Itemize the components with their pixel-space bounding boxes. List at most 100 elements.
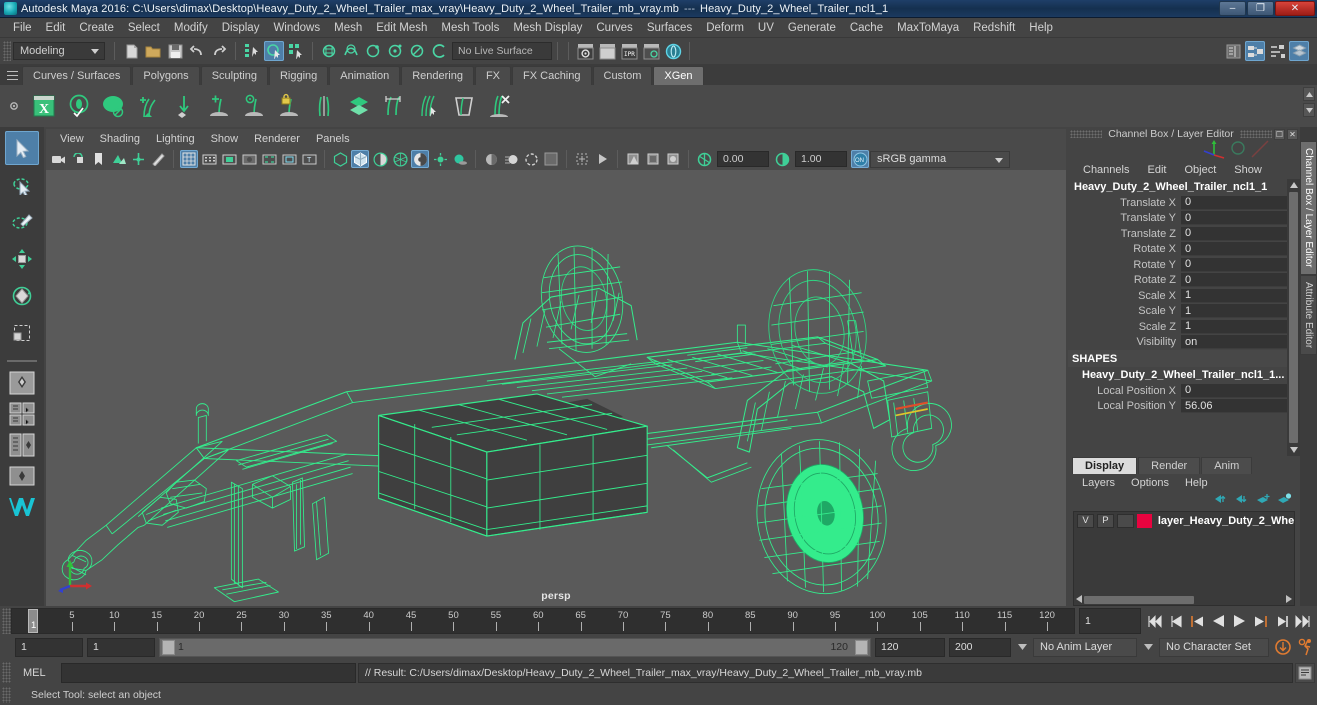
channel-value-field[interactable]: 0 — [1181, 383, 1287, 398]
scale-tool[interactable] — [5, 316, 39, 350]
time-slider-grip[interactable] — [2, 608, 11, 634]
auto-key-icon[interactable] — [1273, 637, 1292, 657]
help-line-grip[interactable] — [2, 687, 11, 703]
menu-modify[interactable]: Modify — [167, 20, 215, 36]
menu-display[interactable]: Display — [215, 20, 267, 36]
play-forwards-icon[interactable] — [1230, 611, 1249, 631]
viewport-menu-lighting[interactable]: Lighting — [148, 133, 203, 145]
xgen-part-icon[interactable] — [307, 88, 340, 124]
chevron-down-icon[interactable] — [1015, 644, 1029, 650]
xgen-preview-icon[interactable] — [62, 88, 95, 124]
script-editor-icon[interactable] — [1295, 662, 1315, 683]
shelf-tab-xgen[interactable]: XGen — [653, 66, 704, 85]
time-slider[interactable]: 1 5 10 15 20 25 30 35 40 45 50 55 60 65 70 75 80 85 90 95 1… — [11, 608, 1075, 634]
playback-start-field[interactable]: 1 — [87, 637, 155, 657]
bookmark-icon[interactable] — [89, 150, 107, 168]
render-current-frame-icon[interactable] — [575, 41, 595, 61]
menu-mesh[interactable]: Mesh — [327, 20, 369, 36]
channel-value-field[interactable]: 0 — [1181, 211, 1287, 226]
node-editor-icon[interactable] — [1245, 41, 1265, 61]
close-button[interactable]: ✕ — [1275, 1, 1315, 16]
xray-icon[interactable] — [542, 150, 560, 168]
vertical-tab-channel-box-layer-editor[interactable]: Channel Box / Layer Editor — [1300, 141, 1317, 275]
scroll-up-icon[interactable] — [1287, 179, 1300, 191]
vertical-tab-attribute-editor[interactable]: Attribute Editor — [1300, 274, 1317, 355]
move-layer-up-icon[interactable] — [1214, 493, 1229, 508]
paint-tool-icon[interactable] — [149, 150, 167, 168]
layer-visibility-toggle[interactable]: V — [1077, 513, 1094, 528]
step-forward-keyframe-icon[interactable] — [1272, 611, 1291, 631]
render-view-icon[interactable] — [663, 41, 683, 61]
rotate-tool[interactable] — [5, 279, 39, 313]
attribute-editor-icon[interactable] — [1267, 41, 1287, 61]
gamma-icon[interactable] — [773, 150, 791, 168]
lock-camera-icon[interactable] — [69, 150, 87, 168]
channel-box-menu-object[interactable]: Object — [1175, 164, 1225, 176]
tool-settings-icon[interactable] — [1289, 41, 1309, 61]
make-live-icon[interactable] — [429, 41, 449, 61]
exposure-field[interactable]: 0.00 — [717, 151, 769, 167]
display-layer-row[interactable]: V Player_Heavy_Duty_2_Whe — [1074, 512, 1294, 529]
safe-title-icon[interactable]: T — [300, 150, 318, 168]
texture-panel-icon[interactable] — [644, 150, 662, 168]
xgen-editor-icon[interactable]: X — [27, 88, 60, 124]
new-layer-icon[interactable] — [1256, 493, 1271, 508]
snap-to-curve-icon[interactable] — [341, 41, 361, 61]
select-camera-icon[interactable] — [49, 150, 67, 168]
animation-end-field[interactable]: 120 — [875, 637, 945, 657]
xray-active-components-icon[interactable] — [593, 150, 611, 168]
range-bar[interactable]: 1 120 — [159, 637, 871, 657]
grid-icon[interactable] — [180, 150, 198, 168]
xgen-lock-icon[interactable] — [272, 88, 305, 124]
layer-type-toggle[interactable] — [1116, 513, 1134, 528]
snap-to-projected-center-icon[interactable] — [385, 41, 405, 61]
menu-redshift[interactable]: Redshift — [966, 20, 1022, 36]
menu-maxtomaya[interactable]: MaxToMaya — [890, 20, 966, 36]
menu-windows[interactable]: Windows — [266, 20, 327, 36]
go-to-end-icon[interactable] — [1293, 611, 1312, 631]
animation-preferences-icon[interactable] — [1296, 637, 1315, 657]
character-set-selector[interactable]: No Character Set — [1159, 637, 1269, 657]
shaded-wireframe-icon[interactable] — [371, 150, 389, 168]
scroll-down-icon[interactable] — [1287, 444, 1300, 456]
shelf-tab-fx-caching[interactable]: FX Caching — [512, 66, 592, 85]
range-start-field[interactable]: 1 — [15, 637, 83, 657]
layer-name[interactable]: layer_Heavy_Duty_2_Whe — [1158, 515, 1294, 527]
viewport-menu-view[interactable]: View — [52, 133, 92, 145]
channel-box-menu-edit[interactable]: Edit — [1138, 164, 1175, 176]
render-settings-icon[interactable]: IPR — [619, 41, 639, 61]
redo-icon[interactable] — [209, 41, 229, 61]
command-line-grip[interactable] — [2, 662, 11, 683]
move-tool[interactable] — [5, 242, 39, 276]
layer-editor-menu-help[interactable]: Help — [1177, 477, 1216, 489]
channel-value-field[interactable]: 1 — [1181, 288, 1287, 303]
layer-editor-tab-render[interactable]: Render — [1138, 457, 1201, 474]
single-perspective-layout[interactable] — [5, 369, 39, 397]
xgen-add-groom-icon[interactable] — [132, 88, 165, 124]
shelf-tab-rigging[interactable]: Rigging — [268, 66, 329, 85]
xray-joints-icon[interactable] — [573, 150, 591, 168]
wireframe-icon[interactable] — [331, 150, 349, 168]
color-management-selector[interactable]: sRGB gamma — [870, 150, 1010, 168]
restore-button[interactable]: ❐ — [1247, 1, 1274, 16]
xgen-layer-icon[interactable] — [342, 88, 375, 124]
new-layer-from-selected-icon[interactable] — [1277, 492, 1292, 508]
layer-editor-menu-layers[interactable]: Layers — [1074, 477, 1123, 489]
range-end-handle[interactable] — [855, 639, 868, 655]
paint-effects-icon[interactable] — [129, 150, 147, 168]
channel-value-field[interactable]: 0 — [1181, 195, 1287, 210]
current-time-indicator[interactable]: 1 — [28, 609, 38, 633]
menu-uv[interactable]: UV — [751, 20, 781, 36]
new-scene-icon[interactable] — [121, 41, 141, 61]
motion-blur-icon[interactable] — [502, 150, 520, 168]
channel-value-field[interactable]: 56.06 — [1181, 399, 1287, 414]
shelf-tab-sculpting[interactable]: Sculpting — [200, 66, 268, 85]
film-gate-icon[interactable] — [200, 150, 218, 168]
scroll-right-icon[interactable] — [1284, 594, 1294, 606]
lasso-select-tool[interactable] — [5, 168, 39, 202]
channel-value-field[interactable]: 1 — [1181, 304, 1287, 319]
shelf-scroll-arrows[interactable] — [1303, 87, 1315, 117]
paint-select-tool[interactable] — [5, 205, 39, 239]
close-panel-button[interactable]: ✕ — [1287, 128, 1298, 140]
lighting-icon[interactable] — [431, 150, 449, 168]
